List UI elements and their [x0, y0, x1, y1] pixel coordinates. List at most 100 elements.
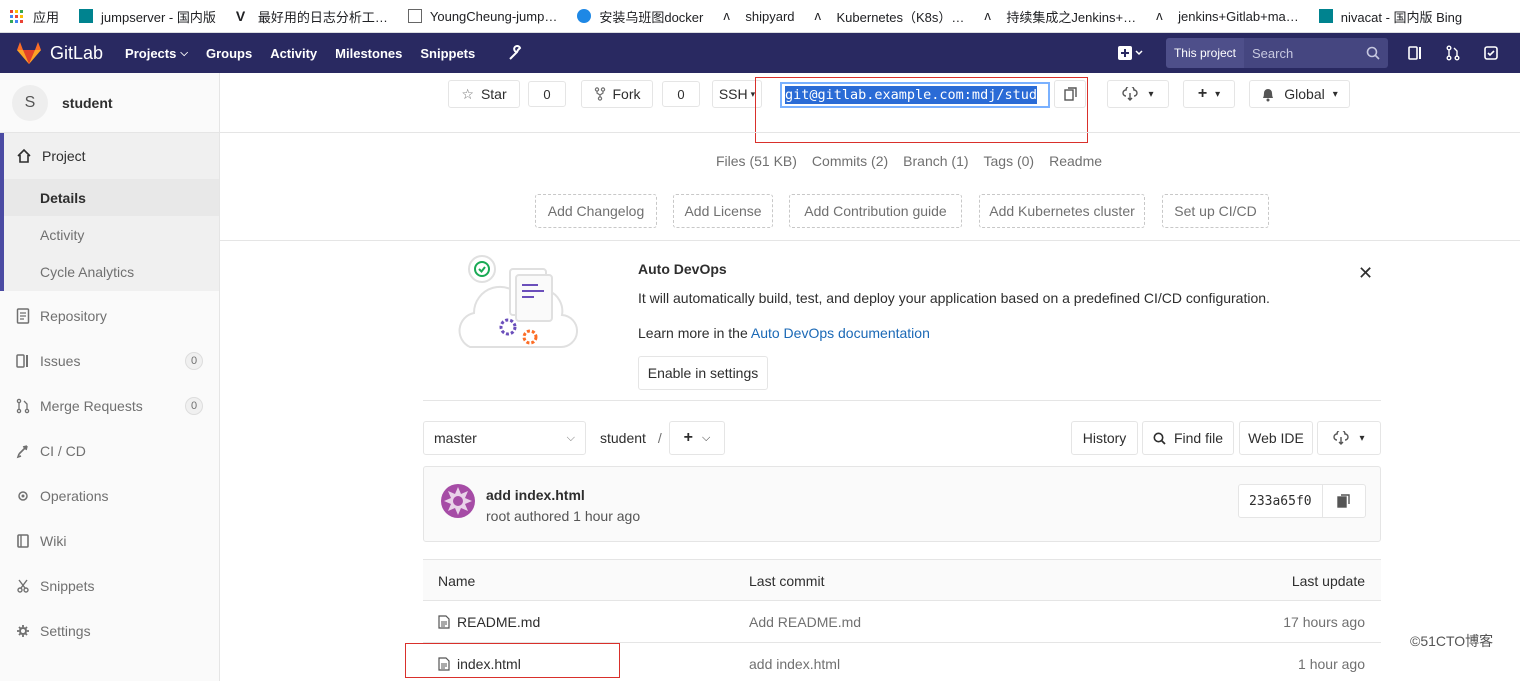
bing-icon: [79, 9, 94, 23]
web-ide-button[interactable]: Web IDE: [1239, 421, 1313, 455]
auto-devops-docs-link[interactable]: Auto DevOps documentation: [751, 325, 930, 341]
notifications-dropdown-button[interactable]: Global ▾: [1249, 80, 1350, 108]
bookmark-jenkins-gitlab[interactable]: ᴧ jenkins+Gitlab+ma…: [1156, 9, 1299, 24]
add-contribution-guide-button[interactable]: Add Contribution guide: [789, 194, 962, 228]
file-name-cell[interactable]: README.md: [438, 614, 540, 630]
commit-title-link[interactable]: add index.html: [486, 487, 585, 503]
close-icon[interactable]: ✕: [1358, 263, 1373, 284]
nav-groups[interactable]: Groups: [206, 46, 252, 61]
author-avatar[interactable]: [441, 484, 475, 518]
cloud-gear-icon: [18, 490, 28, 501]
file-last-commit[interactable]: Add README.md: [749, 614, 861, 630]
repo-download-dropdown[interactable]: ▾: [1317, 421, 1381, 455]
protocol-label: SSH: [718, 86, 748, 102]
admin-wrench-icon[interactable]: [507, 45, 523, 61]
search-scope-this-project[interactable]: This project: [1165, 38, 1244, 68]
highlight-box-clone-url: [755, 77, 1088, 143]
table-row[interactable]: README.md Add README.md 17 hours ago: [423, 601, 1381, 643]
top-navbar: GitLab Projects ⌵ Groups Activity Milesto…: [0, 33, 1520, 73]
stat-tags[interactable]: Tags (0): [984, 153, 1035, 169]
merge-requests-nav-button[interactable]: [1444, 44, 1462, 62]
caret-down-icon: ▾: [1332, 88, 1338, 100]
gitlab-logo[interactable]: GitLab: [16, 41, 103, 65]
file-icon: [438, 615, 450, 629]
fork-button[interactable]: Fork: [581, 80, 653, 108]
bookmarks-bar: 应用 jumpserver - 国内版 V 最好用的日志分析工… YoungChe…: [0, 0, 1520, 33]
column-header-last-update: Last update: [1291, 573, 1365, 589]
bookmark-kubernetes[interactable]: ᴧ Kubernetes（K8s）…: [815, 7, 965, 26]
stat-files[interactable]: Files (51 KB): [716, 153, 797, 169]
bookmark-label: jenkins+Gitlab+ma…: [1178, 8, 1299, 24]
copy-sha-button[interactable]: [1323, 494, 1365, 508]
sidebar-item-settings[interactable]: Settings: [0, 608, 219, 653]
add-kubernetes-cluster-button[interactable]: Add Kubernetes cluster: [979, 194, 1145, 228]
enable-in-settings-button[interactable]: Enable in settings: [638, 356, 768, 390]
stat-branch[interactable]: Branch (1): [903, 153, 968, 169]
watermark: ©51CTO博客: [1410, 633, 1494, 649]
auto-devops-illustration: [458, 255, 578, 349]
sheep-icon: ᴧ: [1156, 8, 1163, 23]
v-logo-icon: V: [235, 8, 246, 24]
download-dropdown-button[interactable]: ▾: [1107, 80, 1169, 108]
add-new-dropdown-button[interactable]: + ▾: [1183, 80, 1235, 108]
bookmark-log-tool[interactable]: V 最好用的日志分析工…: [236, 7, 388, 26]
sidebar-item-operations[interactable]: Operations: [0, 473, 219, 518]
stat-readme[interactable]: Readme: [1049, 153, 1102, 169]
search-input[interactable]: Search: [1244, 38, 1388, 68]
copy-icon: [1337, 494, 1351, 508]
bookmark-jenkins[interactable]: ᴧ 持续集成之Jenkins+…: [984, 7, 1136, 26]
nav-snippets[interactable]: Snippets: [420, 46, 475, 61]
nav-milestones[interactable]: Milestones: [335, 46, 402, 61]
bell-icon: [1263, 88, 1274, 101]
star-button[interactable]: ☆ Star: [448, 80, 520, 108]
sidebar-sub-cycle-analytics[interactable]: Cycle Analytics: [4, 253, 219, 291]
breadcrumb-project[interactable]: student: [600, 430, 646, 446]
new-dropdown-button[interactable]: [1116, 44, 1146, 62]
sidebar-item-snippets[interactable]: Snippets: [0, 563, 219, 608]
add-license-button[interactable]: Add License: [673, 194, 773, 228]
branch-name: master: [434, 430, 477, 446]
bookmark-apps[interactable]: 应用: [10, 7, 59, 26]
sidebar-item-merge-requests[interactable]: Merge Requests 0: [0, 383, 219, 428]
bookmark-shipyard[interactable]: ᴧ shipyard: [723, 9, 794, 24]
tanuki-icon: [17, 42, 41, 64]
caret-down-icon: ▾: [1215, 88, 1221, 100]
bookmark-label: Kubernetes（K8s）…: [836, 9, 965, 25]
project-name: student: [62, 94, 113, 111]
fork-count[interactable]: 0: [662, 81, 700, 107]
branch-select-dropdown[interactable]: master ⌵: [423, 421, 586, 455]
sidebar-project-header[interactable]: S student: [0, 73, 219, 133]
todos-nav-button[interactable]: [1482, 44, 1500, 62]
commit-sha[interactable]: 233a65f0: [1239, 485, 1323, 517]
bookmark-label: 安装乌班图docker: [599, 9, 704, 25]
sidebar-item-issues[interactable]: Issues 0: [0, 338, 219, 383]
brand-name: GitLab: [50, 42, 104, 63]
add-to-tree-dropdown[interactable]: + ⌵: [669, 421, 725, 455]
stat-commits[interactable]: Commits (2): [812, 153, 888, 169]
sidebar-item-repository[interactable]: Repository: [0, 293, 219, 338]
file-last-commit[interactable]: add index.html: [749, 656, 840, 672]
issues-nav-button[interactable]: [1406, 44, 1424, 62]
add-changelog-button[interactable]: Add Changelog: [535, 194, 657, 228]
setup-ci-cd-button[interactable]: Set up CI/CD: [1162, 194, 1269, 228]
bookmark-youngcheung[interactable]: YoungCheung-jump…: [407, 9, 557, 24]
issues-icon: [16, 353, 28, 368]
bookmark-ubuntu-docker[interactable]: 安装乌班图docker: [577, 7, 703, 26]
sidebar-item-wiki[interactable]: Wiki: [0, 518, 219, 563]
sidebar-sub-activity[interactable]: Activity: [4, 216, 219, 253]
star-count[interactable]: 0: [528, 81, 566, 107]
nav-projects[interactable]: Projects ⌵: [125, 46, 188, 61]
chevron-down-icon: ⌵: [702, 431, 711, 444]
bookmark-jumpserver[interactable]: jumpserver - 国内版: [79, 7, 216, 26]
history-button[interactable]: History: [1071, 421, 1138, 455]
merge-request-icon: [1446, 45, 1460, 61]
sidebar-item-ci-cd[interactable]: CI / CD: [0, 428, 219, 473]
sidebar-sub-details[interactable]: Details: [4, 179, 219, 216]
breadcrumb-separator: /: [657, 430, 662, 446]
file-name: README.md: [457, 614, 541, 630]
find-file-button[interactable]: Find file: [1142, 421, 1234, 455]
sidebar-item-project[interactable]: Project: [4, 133, 219, 179]
bookmark-nivacat[interactable]: nivacat - 国内版 Bing: [1318, 7, 1463, 26]
nav-activity[interactable]: Activity: [270, 46, 317, 61]
bookmark-label: nivacat - 国内版 Bing: [1340, 9, 1463, 25]
